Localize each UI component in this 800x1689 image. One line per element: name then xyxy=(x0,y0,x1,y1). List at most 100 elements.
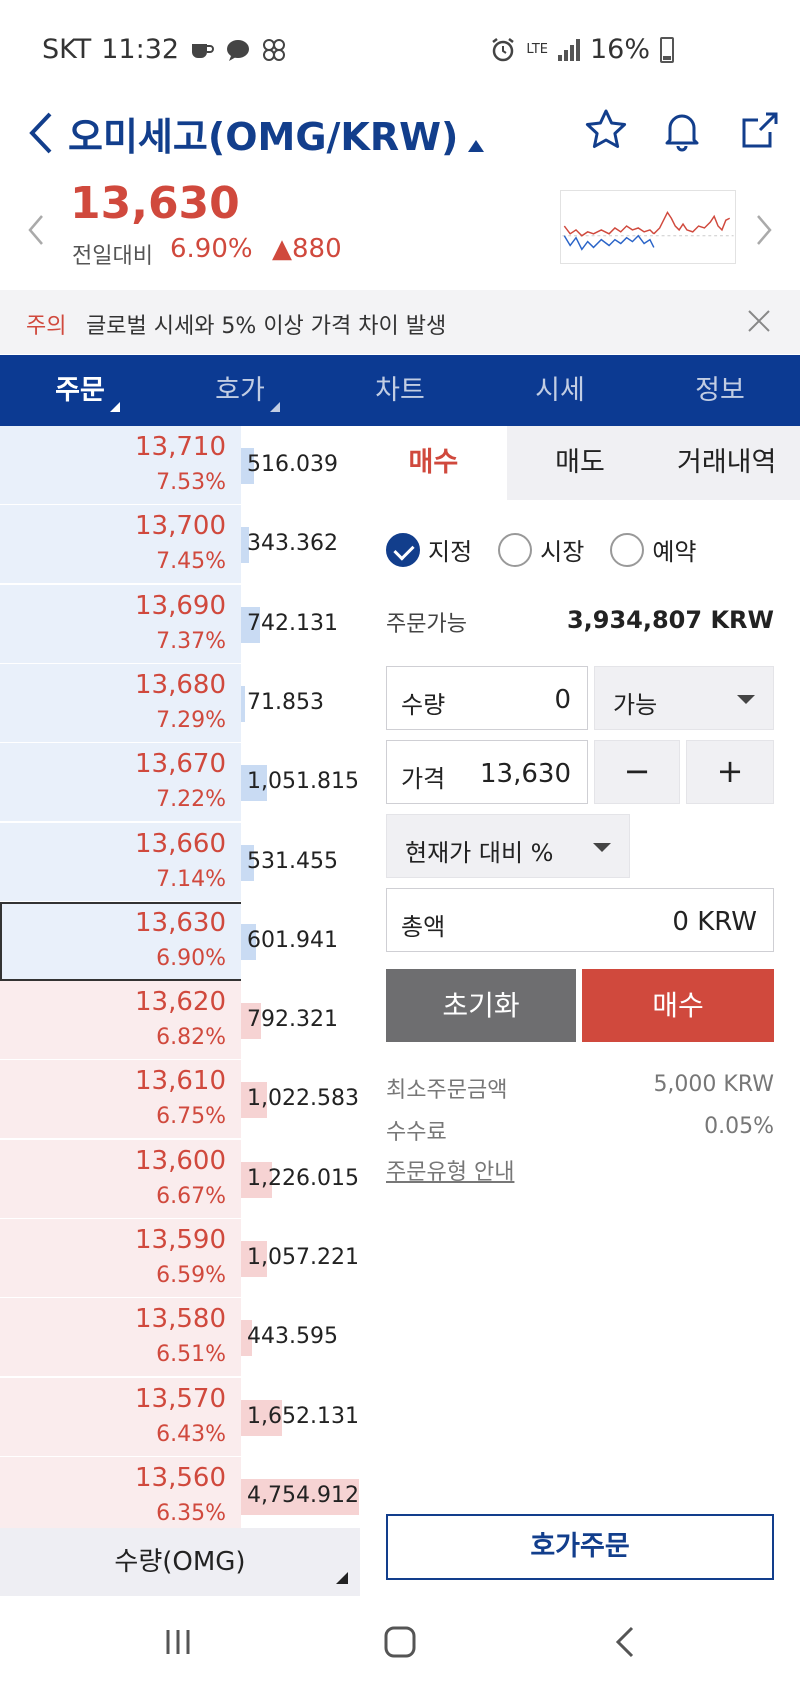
orderbook-row-bid[interactable]: 13,560 6.35% 4,754.912 xyxy=(0,1456,360,1536)
orderbook-row-bid[interactable]: 13,620 6.82% 792.321 xyxy=(0,981,360,1061)
orderbook-row-ask[interactable]: 13,690 7.37% 742.131 xyxy=(0,584,360,664)
tab-quotes[interactable]: 시세 xyxy=(480,355,640,426)
orderbook-row-bid[interactable]: 13,570 6.43% 1,652.131 xyxy=(0,1377,360,1457)
volume-cell[interactable]: 1,652.131 xyxy=(241,1377,360,1457)
volume-cell[interactable]: 443.595 xyxy=(241,1298,360,1378)
price-decrease-button[interactable]: − xyxy=(594,740,680,804)
change-amount: ▲880 xyxy=(272,234,342,264)
tab-buy[interactable]: 매수 xyxy=(360,426,507,500)
chevron-left-icon[interactable] xyxy=(22,210,52,250)
price-cell[interactable]: 13,670 7.22% xyxy=(0,743,240,822)
volume-cell[interactable]: 1,226.015 xyxy=(241,1139,360,1219)
orderbook-row-ask[interactable]: 13,670 7.22% 1,051.815 xyxy=(0,743,360,823)
price-cell[interactable]: 13,600 6.67% xyxy=(0,1140,240,1219)
price-cell[interactable]: 13,590 6.59% xyxy=(0,1219,240,1298)
price-cell[interactable]: 13,690 7.37% xyxy=(0,585,240,664)
row-percent: 7.22% xyxy=(156,787,226,813)
price-cell[interactable]: 13,710 7.53% xyxy=(0,426,240,505)
row-percent: 7.53% xyxy=(156,470,226,495)
change-label: 전일대비 xyxy=(72,244,153,269)
row-price: 13,580 xyxy=(135,1304,226,1335)
volume-cell[interactable]: 1,022.583 xyxy=(241,1060,360,1140)
bell-icon[interactable] xyxy=(658,106,706,154)
star-icon[interactable] xyxy=(582,106,630,154)
orderbook-row-bid[interactable]: 13,590 6.59% 1,057.221 xyxy=(0,1219,360,1298)
close-icon[interactable] xyxy=(744,306,774,336)
volume-cell[interactable]: 1,051.815 xyxy=(241,743,360,823)
buy-button[interactable]: 매수 xyxy=(582,969,774,1042)
volume-cell[interactable]: 516.039 xyxy=(241,426,360,505)
percent-of-price-dropdown[interactable]: 현재가 대비 % xyxy=(386,814,630,878)
price-cell[interactable]: 13,610 6.75% xyxy=(0,1060,240,1139)
row-price: 13,670 xyxy=(135,749,226,780)
price-cell[interactable]: 13,630 6.90% xyxy=(0,902,240,981)
reset-button[interactable]: 초기화 xyxy=(386,969,576,1042)
radio-reserve[interactable]: 예약 xyxy=(610,532,697,567)
orderbook-row-ask[interactable]: 13,710 7.53% 516.039 xyxy=(0,426,360,505)
sparkline-red xyxy=(563,225,655,237)
price-increase-button[interactable]: + xyxy=(686,740,774,804)
volume-cell[interactable]: 1,057.221 xyxy=(241,1219,360,1298)
radio-limit[interactable]: 지정 xyxy=(386,532,472,567)
orderbook-order-button[interactable]: 호가주문 xyxy=(386,1514,774,1580)
available-label: 주문가능 xyxy=(386,612,467,637)
radio-market[interactable]: 시장 xyxy=(498,532,584,567)
row-volume: 531.455 xyxy=(247,848,338,874)
share-icon[interactable] xyxy=(736,106,784,154)
price-cell[interactable]: 13,680 7.29% xyxy=(0,664,240,743)
price-value: 13,630 xyxy=(480,759,571,789)
caret-icon xyxy=(468,139,485,152)
orderbook-row-current[interactable]: 13,630 6.90% 601.941 xyxy=(0,901,360,981)
tab-order[interactable]: 주문 xyxy=(0,355,160,426)
price-cell[interactable]: 13,580 6.51% xyxy=(0,1298,240,1377)
mini-chart[interactable] xyxy=(560,190,736,264)
back-icon[interactable] xyxy=(608,1624,644,1660)
price-input[interactable]: 가격 13,630 xyxy=(386,740,588,804)
orderbook-row-bid[interactable]: 13,600 6.67% 1,226.015 xyxy=(0,1139,360,1219)
orderbook-row-bid[interactable]: 13,580 6.51% 443.595 xyxy=(0,1298,360,1378)
price-cell[interactable]: 13,620 6.82% xyxy=(0,981,240,1060)
volume-cell[interactable]: 71.853 xyxy=(241,663,360,743)
warning-message: 글로벌 시세와 5% 이상 가격 차이 발생 xyxy=(86,314,447,339)
tab-chart[interactable]: 차트 xyxy=(320,355,480,426)
row-volume: 4,754.912 xyxy=(247,1482,359,1508)
quantity-input[interactable]: 수량 0 xyxy=(386,666,588,730)
status-bar: SKT 11:32 LTE 16% xyxy=(0,0,800,100)
volume-cell[interactable]: 601.941 xyxy=(241,901,360,981)
row-price: 13,680 xyxy=(135,669,226,700)
price-summary: 13,630 전일대비 6.90% ▲880 xyxy=(0,176,800,286)
row-volume: 742.131 xyxy=(247,610,338,636)
orderbook-row-ask[interactable]: 13,660 7.14% 531.455 xyxy=(0,822,360,902)
volume-cell[interactable]: 792.321 xyxy=(241,981,360,1061)
price-cell[interactable]: 13,660 7.14% xyxy=(0,823,240,902)
price-cell[interactable]: 13,570 6.43% xyxy=(0,1378,240,1457)
tab-history[interactable]: 거래내역 xyxy=(653,426,800,500)
back-arrow-icon[interactable] xyxy=(22,108,62,158)
total-label: 총액 xyxy=(401,913,446,941)
volume-cell[interactable]: 531.455 xyxy=(241,822,360,902)
price-cell[interactable]: 13,560 6.35% xyxy=(0,1457,240,1536)
price-cell[interactable]: 13,700 7.45% xyxy=(0,505,240,584)
min-order-label: 최소주문금액 xyxy=(386,1078,508,1103)
tab-info[interactable]: 정보 xyxy=(640,355,800,426)
total-value: 0 KRW xyxy=(672,907,757,937)
orderbook-row-bid[interactable]: 13,610 6.75% 1,022.583 xyxy=(0,1060,360,1140)
volume-unit-selector[interactable]: 수량(OMG) xyxy=(0,1528,360,1596)
orderbook-row-ask[interactable]: 13,700 7.45% 343.362 xyxy=(0,505,360,585)
home-icon[interactable] xyxy=(382,1624,418,1660)
plus-icon: + xyxy=(716,752,744,790)
tab-orderbook[interactable]: 호가 xyxy=(160,355,320,426)
row-price: 13,560 xyxy=(135,1462,226,1493)
market-selector[interactable]: 오미세고(OMG/KRW) xyxy=(68,106,485,161)
total-field[interactable]: 총액 0 KRW xyxy=(386,888,774,952)
volume-cell[interactable]: 742.131 xyxy=(241,584,360,664)
orderbook-row-ask[interactable]: 13,680 7.29% 71.853 xyxy=(0,663,360,743)
tab-sell[interactable]: 매도 xyxy=(507,426,654,500)
volume-cell[interactable]: 343.362 xyxy=(241,505,360,585)
volume-cell[interactable]: 4,754.912 xyxy=(241,1456,360,1536)
order-type-guide-link[interactable]: 주문유형 안내 xyxy=(386,1154,514,1186)
recent-apps-icon[interactable] xyxy=(160,1624,196,1660)
chevron-right-icon[interactable] xyxy=(748,210,778,250)
radio-checked-icon xyxy=(386,532,420,567)
quantity-option-dropdown[interactable]: 가능 xyxy=(594,666,774,730)
